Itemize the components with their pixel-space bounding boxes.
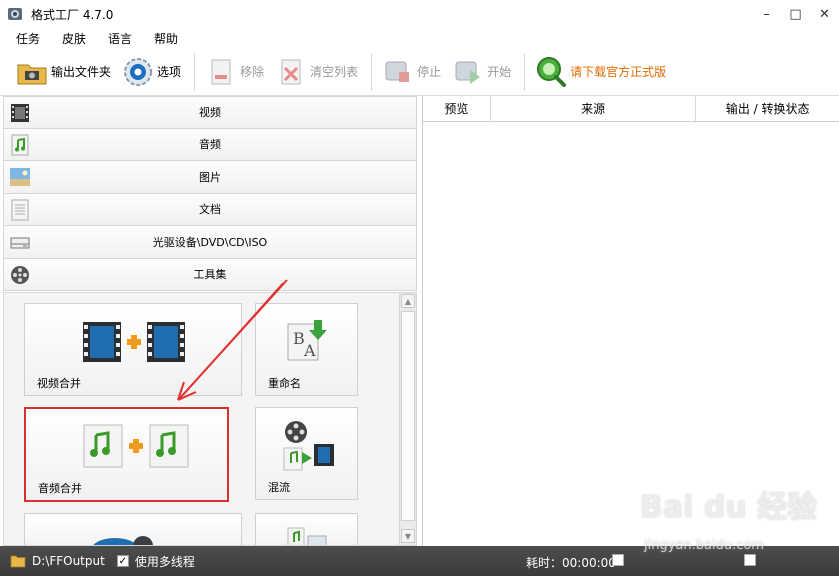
scroll-down-arrow-icon[interactable]: ▼: [401, 529, 415, 543]
rename-tool[interactable]: B A 重命名: [255, 303, 358, 396]
video-merge-tool[interactable]: 视频合并: [24, 303, 242, 396]
output-path[interactable]: D:\FFOutput: [32, 554, 105, 568]
start-button[interactable]: 开始: [448, 52, 514, 92]
menu-bar: 任务 皮肤 语言 帮助: [0, 28, 839, 48]
category-image[interactable]: 图片: [3, 161, 417, 194]
options-button[interactable]: 选项: [118, 52, 184, 92]
close-button[interactable]: ✕: [810, 0, 839, 28]
elapsed-time: 耗时：00:00:00: [526, 556, 616, 570]
column-source[interactable]: 来源: [491, 96, 697, 121]
video-merge-icon: [83, 322, 185, 362]
multithread-label: 使用多线程: [134, 554, 195, 569]
mux-label: 混流: [268, 481, 290, 494]
film-reel-icon: [11, 265, 29, 284]
toolbox-panel: 视频合并 B A 重命名 音频合并 混流 ▲ ▼: [3, 292, 417, 546]
rename-icon: B A: [287, 320, 327, 361]
category-document[interactable]: 文档: [3, 193, 417, 226]
video-merge-label: 视频合并: [37, 377, 81, 390]
category-audio[interactable]: 音频: [3, 128, 417, 161]
title-bar: 格式工厂 4.7.0 – □ ✕: [0, 0, 839, 28]
category-toolbox[interactable]: 工具集: [3, 258, 417, 291]
tool-partial[interactable]: [255, 513, 358, 545]
disc-drive-icon: [10, 237, 30, 249]
music-note-icon: [11, 134, 29, 155]
column-preview[interactable]: 预览: [423, 96, 491, 121]
menu-help[interactable]: 帮助: [150, 30, 182, 47]
folder-icon: [10, 555, 26, 568]
tool-partial[interactable]: [24, 513, 242, 545]
toolbar-separator: [524, 52, 526, 91]
toolbar-separator: [371, 52, 373, 91]
menu-skin[interactable]: 皮肤: [58, 30, 90, 47]
toolbar: 输出文件夹 选项 移除 清空列表 停止 开始 请下载官方正式版: [0, 48, 839, 96]
mux-icon: [283, 421, 334, 471]
audio-merge-tool[interactable]: 音频合并: [24, 407, 229, 502]
app-icon: [8, 8, 22, 20]
task-list-panel: 预览 来源 输出 / 转换状态: [422, 96, 839, 546]
audio-merge-label: 音频合并: [38, 482, 82, 495]
menu-task[interactable]: 任务: [12, 30, 44, 47]
clear-list-icon: [281, 59, 301, 84]
svg-text:A: A: [303, 341, 316, 360]
svg-text:B: B: [293, 329, 305, 348]
stop-icon: [385, 61, 410, 82]
category-optical-drive[interactable]: 光驱设备\DVD\CD\ISO: [3, 226, 417, 259]
gear-icon: [124, 57, 153, 86]
remove-icon: [211, 59, 231, 84]
clear-list-button[interactable]: 清空列表: [271, 52, 361, 92]
remove-button[interactable]: 移除: [201, 52, 267, 92]
watermark-url: jingyan.baidu.com: [644, 538, 764, 553]
rename-label: 重命名: [268, 377, 301, 390]
audio-merge-icon: [83, 424, 189, 468]
document-icon: [11, 199, 29, 220]
maximize-button[interactable]: □: [781, 0, 810, 28]
task-list-header: 预览 来源 输出 / 转换状态: [423, 96, 839, 122]
watermark-brand: Bai du 经验: [640, 490, 818, 525]
start-icon: [455, 61, 481, 84]
watermark: Bai du 经验 jingyan.baidu.com: [620, 480, 830, 560]
tool-partial-icon: [93, 536, 153, 545]
toolbar-separator: [194, 52, 196, 91]
tool-partial-icon: [287, 527, 327, 545]
search-globe-icon: [537, 56, 567, 87]
film-icon: [11, 104, 29, 122]
mux-tool[interactable]: 混流: [255, 407, 358, 500]
download-official-button[interactable]: 请下载官方正式版: [531, 52, 669, 92]
image-icon: [10, 168, 30, 186]
stop-button[interactable]: 停止: [378, 52, 444, 92]
toolbox-scrollbar[interactable]: ▲ ▼: [399, 293, 416, 545]
column-output-status[interactable]: 输出 / 转换状态: [696, 96, 839, 121]
output-folder-button[interactable]: 输出文件夹: [12, 52, 114, 92]
multithread-checkbox[interactable]: ✓: [116, 555, 129, 567]
window-title: 格式工厂 4.7.0: [31, 7, 114, 22]
menu-language[interactable]: 语言: [104, 30, 136, 47]
minimize-button[interactable]: –: [752, 0, 781, 28]
scroll-up-arrow-icon[interactable]: ▲: [401, 294, 415, 308]
scroll-thumb[interactable]: [401, 311, 415, 521]
folder-icon: [17, 64, 47, 84]
category-video[interactable]: 视频: [3, 96, 417, 129]
